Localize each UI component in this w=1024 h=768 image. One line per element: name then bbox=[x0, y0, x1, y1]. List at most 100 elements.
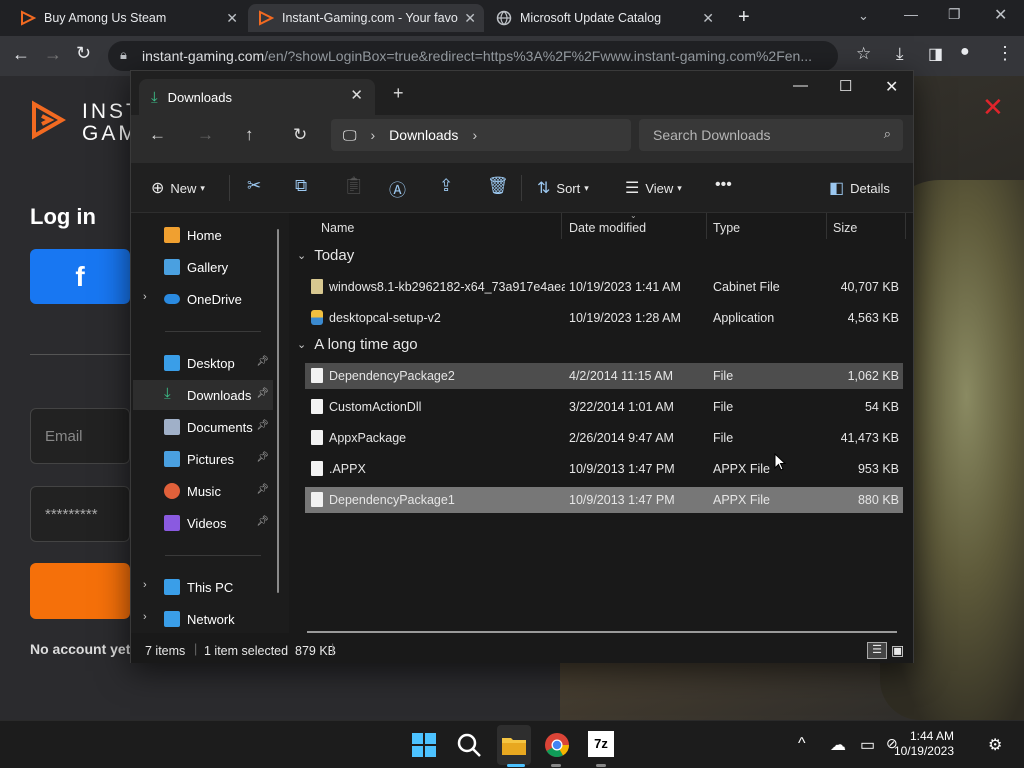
password-input[interactable]: ********* bbox=[30, 486, 130, 542]
breadcrumb-item[interactable]: Downloads bbox=[389, 127, 458, 143]
table-row[interactable]: DependencyPackage2 4/2/2014 11:15 AM Fil… bbox=[305, 363, 903, 389]
bookmark-star-icon[interactable]: ☆ bbox=[856, 44, 871, 64]
new-tab-icon[interactable]: + bbox=[393, 83, 404, 104]
chevron-right-icon[interactable]: › bbox=[371, 127, 376, 143]
facebook-login-button[interactable]: f bbox=[30, 249, 130, 304]
tiles-view-icon[interactable]: ▣ bbox=[891, 642, 904, 659]
onedrive-sync-icon[interactable]: ☁ bbox=[830, 735, 846, 755]
browser-tab-3[interactable]: Microsoft Update Catalog ✕ bbox=[486, 4, 722, 32]
copy-icon[interactable]: ⧉ bbox=[295, 176, 307, 196]
new-button[interactable]: ⊕ New ▾ bbox=[151, 178, 205, 198]
horizontal-scrollbar[interactable] bbox=[307, 631, 897, 633]
sidebar-item-network[interactable]: › Network bbox=[133, 604, 273, 634]
reload-icon[interactable]: ↻ bbox=[76, 43, 91, 64]
refresh-icon[interactable]: ↻ bbox=[293, 125, 307, 145]
search-icon[interactable] bbox=[455, 731, 483, 759]
close-window-icon[interactable]: ✕ bbox=[994, 5, 1007, 25]
divider[interactable] bbox=[706, 213, 707, 239]
sidebar-item-downloads[interactable]: ⤓ Downloads 📌︎ bbox=[133, 380, 273, 410]
sidebar-item-pictures[interactable]: Pictures 📌︎ bbox=[133, 444, 273, 474]
paste-icon[interactable]: 📋︎ bbox=[343, 176, 365, 196]
group-header-today[interactable]: ⌄ Today bbox=[297, 247, 354, 264]
minimize-icon[interactable]: — bbox=[793, 77, 808, 94]
tab-search-icon[interactable]: ⌄ bbox=[858, 8, 869, 24]
browser-tab-2[interactable]: Instant-Gaming.com - Your favo ✕ bbox=[248, 4, 484, 32]
chevron-right-icon[interactable]: › bbox=[143, 611, 147, 623]
table-row[interactable]: CustomActionDll 3/22/2014 1:01 AM File 5… bbox=[305, 394, 903, 420]
show-hidden-icons-icon[interactable]: ^ bbox=[798, 735, 806, 753]
group-header-long-time-ago[interactable]: ⌄ A long time ago bbox=[297, 336, 418, 353]
chevron-right-icon[interactable]: › bbox=[472, 127, 477, 143]
table-row[interactable]: .APPX 10/9/2013 1:47 PM APPX File 953 KB bbox=[305, 456, 903, 482]
minimize-icon[interactable]: — bbox=[904, 6, 918, 22]
table-row[interactable]: windows8.1-kb2962182-x64_73a917e4aea... … bbox=[305, 274, 903, 300]
sidebar-item-onedrive[interactable]: › OneDrive bbox=[133, 284, 273, 314]
browser-tab-1[interactable]: Buy Among Us Steam ✕ bbox=[10, 4, 246, 32]
sort-button[interactable]: ⇅ Sort ▾ bbox=[537, 178, 589, 198]
maximize-icon[interactable]: ☐ bbox=[839, 77, 852, 95]
breadcrumb[interactable]: 🖵︎ › Downloads › bbox=[331, 119, 631, 151]
sidebar-item-this-pc[interactable]: › This PC bbox=[133, 572, 273, 602]
close-tab-icon[interactable]: ✕ bbox=[226, 10, 238, 27]
file-explorer-icon[interactable] bbox=[500, 731, 528, 759]
share-icon[interactable]: ⇪ bbox=[439, 176, 453, 196]
display-icon[interactable]: ▭ bbox=[860, 735, 875, 755]
url-bar[interactable]: 🔒︎ instant-gaming.com/en/?showLoginBox=t… bbox=[108, 41, 838, 71]
delete-icon[interactable]: 🗑︎ bbox=[487, 176, 509, 196]
rename-icon[interactable]: Ⓐ bbox=[389, 176, 406, 201]
table-row[interactable]: AppxPackage 2/26/2014 9:47 AM File 41,47… bbox=[305, 425, 903, 451]
more-options-icon[interactable]: ••• bbox=[715, 176, 732, 194]
chevron-right-icon[interactable]: › bbox=[143, 579, 147, 591]
column-header-name[interactable]: Name bbox=[321, 221, 354, 235]
divider[interactable] bbox=[561, 213, 562, 239]
column-header-date[interactable]: Date modified bbox=[569, 221, 646, 235]
divider[interactable] bbox=[826, 213, 827, 239]
profile-icon[interactable]: ● bbox=[960, 43, 970, 61]
file-size: 40,707 KB bbox=[840, 280, 899, 294]
forward-icon[interactable]: → bbox=[44, 44, 62, 65]
sidebar-item-music[interactable]: Music 📌︎ bbox=[133, 476, 273, 506]
view-button[interactable]: ☰ View ▾ bbox=[625, 178, 682, 198]
close-tab-icon[interactable]: ✕ bbox=[464, 10, 476, 27]
close-tab-icon[interactable]: ✕ bbox=[702, 10, 714, 27]
sidebar-item-documents[interactable]: Documents 📌︎ bbox=[133, 412, 273, 442]
close-window-icon[interactable]: ✕ bbox=[885, 77, 898, 97]
windows-start-icon[interactable] bbox=[410, 731, 438, 759]
table-row[interactable]: DependencyPackage1 10/9/2013 1:47 PM APP… bbox=[305, 487, 903, 513]
sidebar-item-home[interactable]: Home bbox=[133, 220, 273, 250]
system-clock[interactable]: 1:44 AM 10/19/2023 bbox=[894, 729, 954, 759]
back-icon[interactable]: ← bbox=[149, 125, 166, 145]
column-header-type[interactable]: Type bbox=[713, 221, 740, 235]
side-panel-icon[interactable]: ◨ bbox=[928, 44, 943, 64]
login-close-icon[interactable]: ✕ bbox=[982, 92, 1004, 123]
restore-icon[interactable]: ❐ bbox=[948, 6, 961, 23]
chevron-down-icon: ⌄ bbox=[297, 339, 307, 351]
sidebar-item-desktop[interactable]: Desktop 📌︎ bbox=[133, 348, 273, 378]
login-submit-button[interactable] bbox=[30, 563, 130, 619]
close-tab-icon[interactable]: ✕ bbox=[350, 86, 363, 104]
sidebar-item-videos[interactable]: Videos 📌︎ bbox=[133, 508, 273, 538]
search-input[interactable]: Search Downloads ⌕ bbox=[639, 119, 903, 151]
forward-icon[interactable]: → bbox=[197, 125, 214, 145]
chevron-right-icon[interactable]: › bbox=[143, 291, 147, 303]
up-icon[interactable]: ↑ bbox=[245, 125, 254, 145]
sidebar-scrollbar[interactable] bbox=[277, 229, 279, 593]
table-row[interactable]: desktopcal-setup-v2 10/19/2023 1:28 AM A… bbox=[305, 305, 903, 331]
column-header-size[interactable]: Size bbox=[833, 221, 857, 235]
chrome-icon[interactable] bbox=[543, 731, 571, 759]
7zip-icon[interactable]: 7z bbox=[588, 731, 614, 757]
details-button[interactable]: ◧ Details bbox=[829, 178, 890, 198]
notification-settings-icon[interactable]: ⚙ bbox=[988, 735, 1002, 755]
download-icon[interactable]: ⤓ bbox=[896, 44, 904, 64]
new-tab-icon[interactable]: + bbox=[738, 6, 750, 29]
sidebar-item-gallery[interactable]: Gallery bbox=[133, 252, 273, 282]
view-label: View bbox=[645, 180, 674, 196]
file-icon bbox=[311, 492, 323, 507]
back-icon[interactable]: ← bbox=[12, 44, 30, 65]
explorer-tab-downloads[interactable]: ⤓ Downloads ✕ bbox=[139, 79, 375, 115]
divider[interactable] bbox=[905, 213, 906, 239]
email-input[interactable]: Email bbox=[30, 408, 130, 464]
menu-icon[interactable]: ⋮ bbox=[996, 43, 1014, 64]
details-view-icon[interactable]: ☰ bbox=[867, 642, 887, 659]
cut-icon[interactable]: ✂ bbox=[247, 176, 261, 196]
